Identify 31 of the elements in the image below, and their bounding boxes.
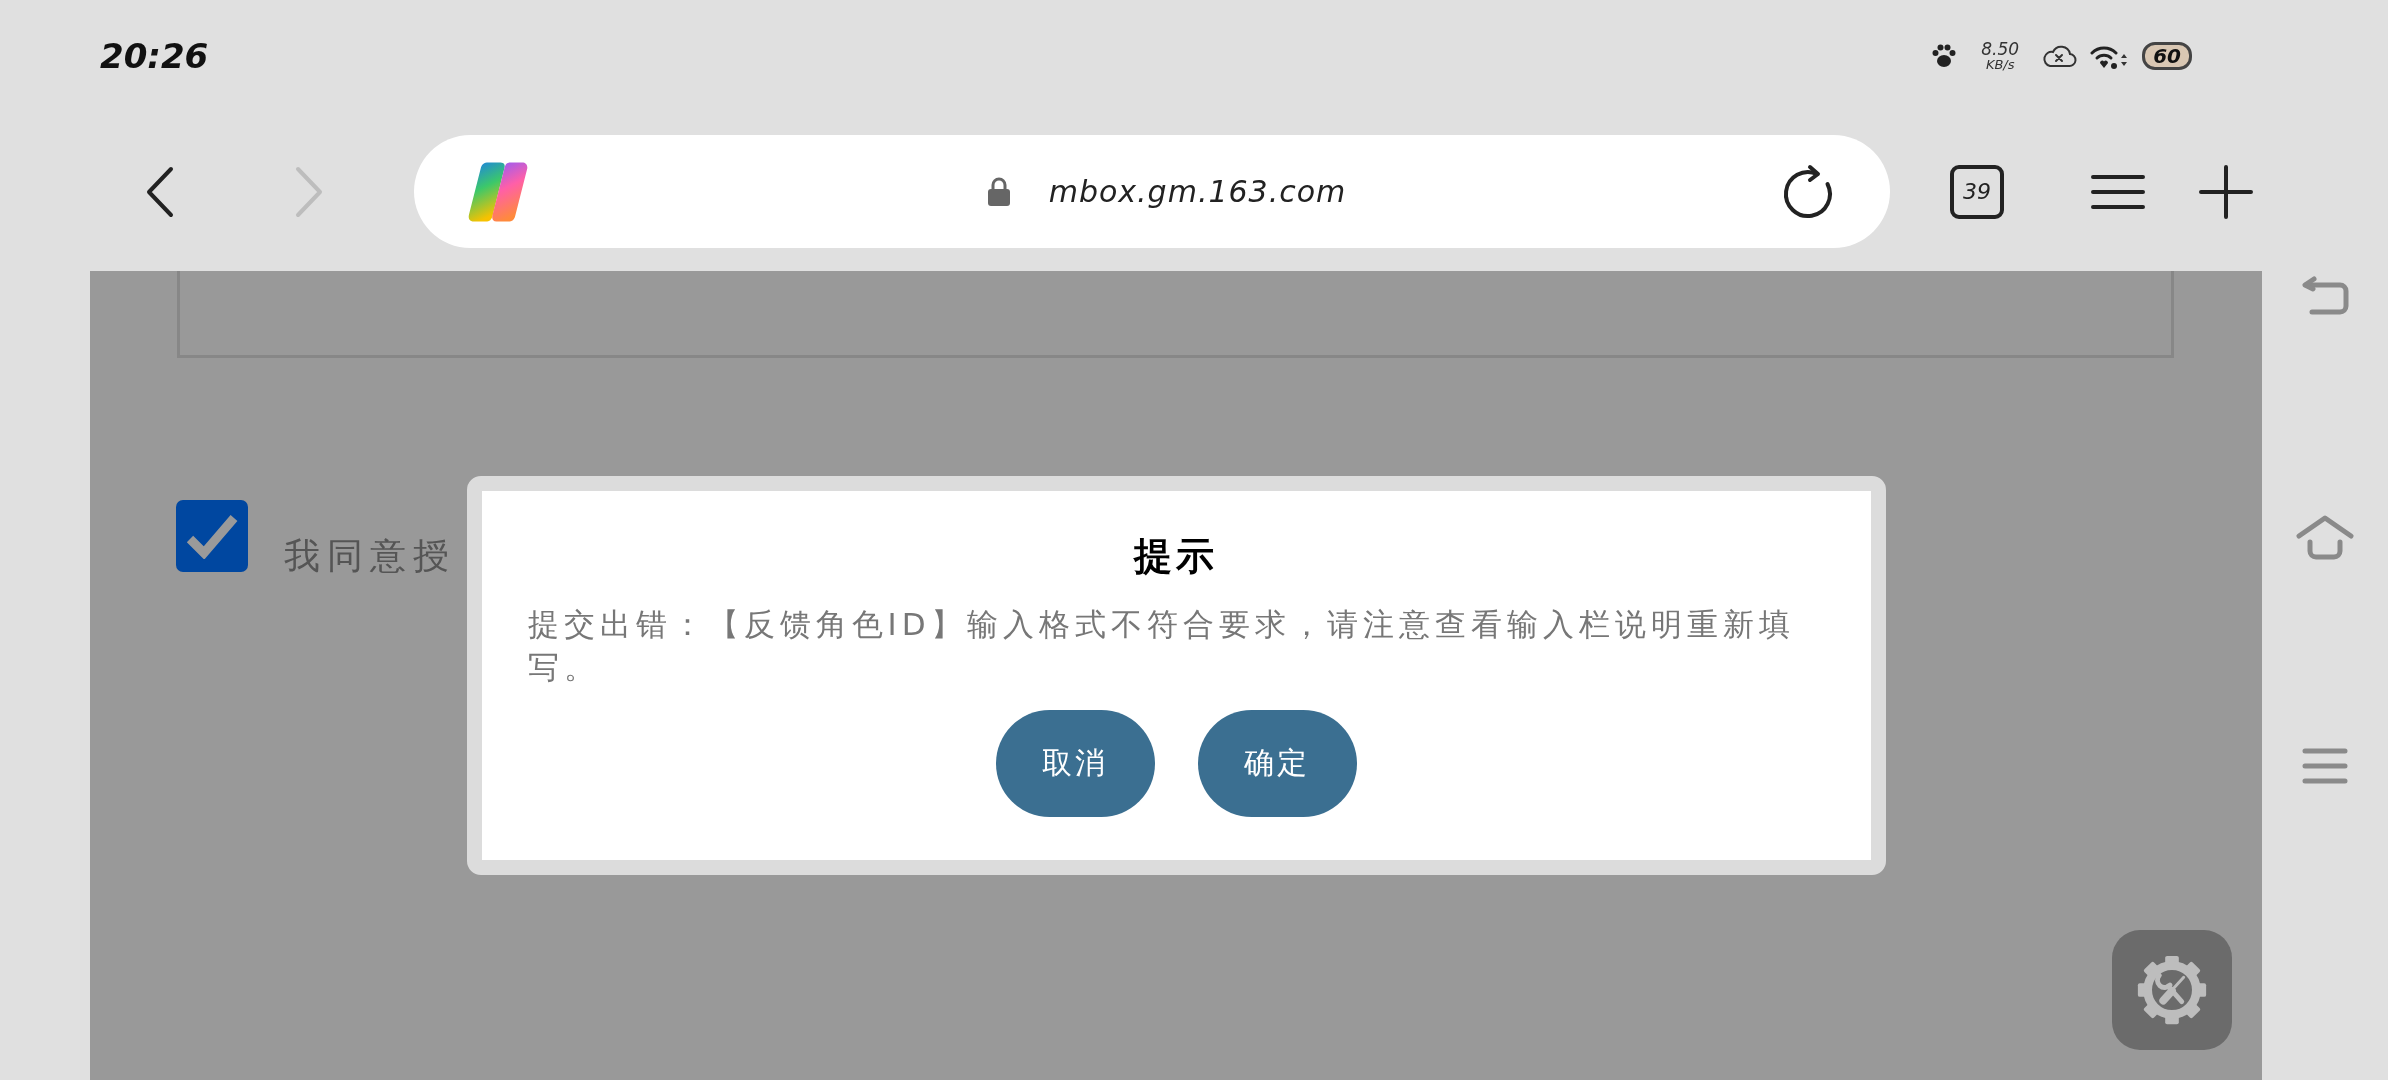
cloud-x-icon xyxy=(2041,44,2078,68)
dialog-button[interactable]: 取消 xyxy=(995,710,1155,817)
plus-icon xyxy=(2199,164,2253,219)
dialog-title: 提示 xyxy=(1132,533,1219,580)
system-home-button[interactable] xyxy=(2296,515,2354,560)
system-back-button[interactable] xyxy=(2300,276,2350,318)
url-text: mbox.gm.163.com xyxy=(1048,174,1347,209)
system-menu-button[interactable] xyxy=(2302,747,2348,785)
dialog-button[interactable]: 确定 xyxy=(1197,710,1357,817)
chevron-left-icon xyxy=(145,165,175,218)
agreement-checkbox[interactable] xyxy=(176,500,248,572)
tools-float-button[interactable] xyxy=(2112,930,2232,1050)
agreement-label: 我同意授 xyxy=(284,534,456,578)
menu-icon xyxy=(2091,173,2145,210)
battery-indicator: 60 xyxy=(2142,42,2192,70)
home-icon xyxy=(2296,515,2354,560)
network-speed-text: 8.50 xyxy=(1981,39,2020,59)
menu-lines-icon xyxy=(2302,747,2348,785)
checkmark-icon xyxy=(186,513,238,559)
return-arrow-icon xyxy=(2300,276,2350,318)
address-bar[interactable]: mbox.gm.163.com xyxy=(414,135,1890,248)
chevron-right-icon xyxy=(294,165,324,218)
menu-button[interactable] xyxy=(2091,173,2145,210)
dialog-message: 提交出错：【反馈角色ID】输入格式不符合要求，请注意查看输入栏说明重新填写。 xyxy=(527,605,1796,687)
tab-count-button[interactable]: 39 xyxy=(1950,164,2004,219)
text-area-field[interactable] xyxy=(177,271,2174,358)
new-tab-button[interactable] xyxy=(2199,164,2253,219)
speed-unit-text: KB/s xyxy=(1985,58,2015,73)
back-button[interactable] xyxy=(145,165,175,218)
lock-icon xyxy=(986,176,1011,207)
clock-text: 20:26 xyxy=(100,36,209,76)
